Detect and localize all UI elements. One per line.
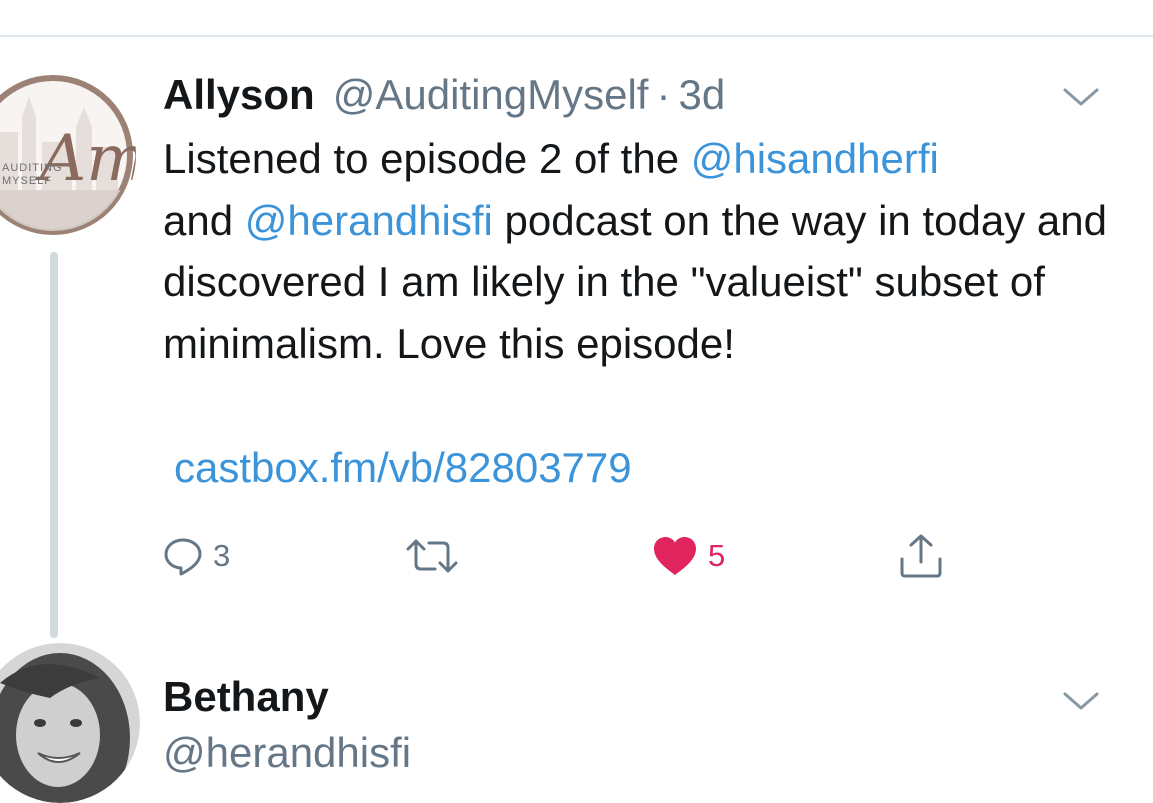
retweet-button[interactable] [404,530,460,582]
top-divider [0,35,1153,37]
reply-menu-chevron-down-icon[interactable] [1061,686,1101,716]
svg-text:MYSELF: MYSELF [2,175,52,187]
heart-icon [654,537,696,575]
reply-author-handle[interactable]: @herandhisfi [163,728,411,778]
like-count: 5 [708,538,726,573]
retweet-icon [406,539,458,573]
tweet-header: Allyson @AuditingMyself · 3d [163,70,725,120]
reply-author-avatar[interactable] [0,643,140,803]
author-avatar[interactable]: Am AUDITING MYSELF [0,72,136,238]
like-button[interactable]: 5 [652,530,725,582]
header-separator: · [656,71,671,118]
author-name[interactable]: Allyson [163,70,315,120]
mention-link[interactable]: @hisandherfi [691,135,939,182]
reply-count: 3 [213,538,231,573]
profile-photo [0,643,140,803]
mention-link[interactable]: @herandhisfi [245,197,493,244]
reply-button[interactable]: 3 [163,530,230,582]
svg-text:AUDITING: AUDITING [2,162,63,174]
reply-author-name[interactable]: Bethany [163,672,329,722]
reply-icon [164,538,202,576]
tweet-menu-chevron-down-icon[interactable] [1061,82,1101,112]
share-icon [900,534,942,578]
tweet-url-link[interactable]: castbox.fm/vb/82803779 [174,438,632,498]
auditing-myself-logo: Am AUDITING MYSELF [0,75,136,235]
thread-connector-line [50,252,58,638]
author-handle[interactable]: @AuditingMyself [333,70,649,120]
tweet-text: Listened to episode 2 of the @hisandherf… [163,135,1107,367]
share-button[interactable] [897,530,945,582]
tweet-timestamp[interactable]: 3d [678,70,725,120]
